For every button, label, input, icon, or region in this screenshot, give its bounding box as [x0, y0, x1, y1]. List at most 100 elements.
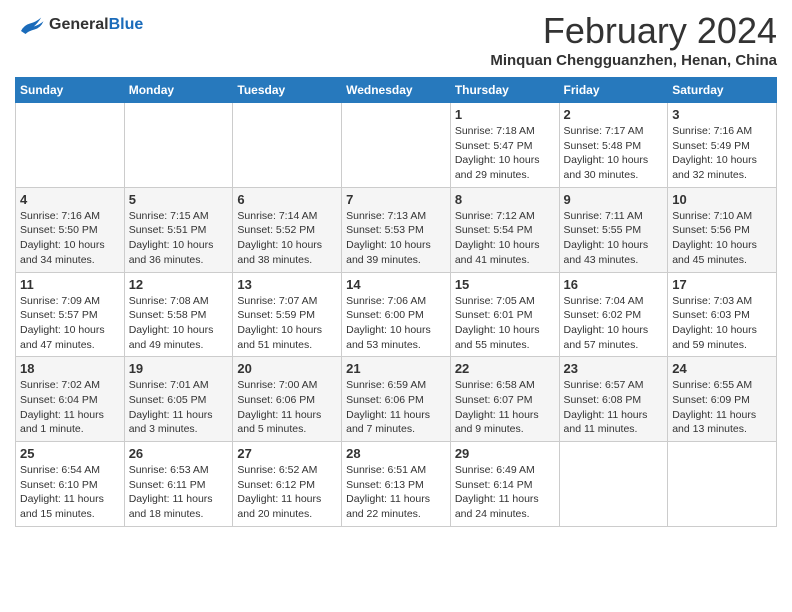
day-number: 26 — [129, 446, 229, 461]
day-info: Sunrise: 7:06 AMSunset: 6:00 PMDaylight:… — [346, 294, 446, 353]
logo-text: GeneralBlue — [49, 16, 143, 34]
day-info: Sunrise: 7:07 AMSunset: 5:59 PMDaylight:… — [237, 294, 337, 353]
calendar-cell: 17 Sunrise: 7:03 AMSunset: 6:03 PMDayligh… — [668, 272, 777, 357]
calendar-cell: 18 Sunrise: 7:02 AMSunset: 6:04 PMDayligh… — [16, 357, 125, 442]
col-wednesday: Wednesday — [342, 78, 451, 103]
day-info: Sunrise: 6:58 AMSunset: 6:07 PMDaylight:… — [455, 378, 555, 437]
calendar-cell: 12Sunrise: 7:08 AMSunset: 5:58 PMDayligh… — [124, 272, 233, 357]
col-thursday: Thursday — [450, 78, 559, 103]
day-number: 16 — [564, 277, 664, 292]
day-info: Sunrise: 6:51 AMSunset: 6:13 PMDaylight:… — [346, 463, 446, 522]
day-info: Sunrise: 6:57 AMSunset: 6:08 PMDaylight:… — [564, 378, 664, 437]
calendar-cell: 7 Sunrise: 7:13 AMSunset: 5:53 PMDaylight… — [342, 187, 451, 272]
calendar-cell: 23 Sunrise: 6:57 AMSunset: 6:08 PMDayligh… — [559, 357, 668, 442]
calendar-cell: 8 Sunrise: 7:12 AMSunset: 5:54 PMDaylight… — [450, 187, 559, 272]
day-info: Sunrise: 7:02 AMSunset: 6:04 PMDaylight:… — [20, 378, 120, 437]
day-number: 25 — [20, 446, 120, 461]
day-number: 28 — [346, 446, 446, 461]
day-info: Sunrise: 6:52 AMSunset: 6:12 PMDaylight:… — [237, 463, 337, 522]
calendar-table: Sunday Monday Tuesday Wednesday Thursday… — [15, 77, 777, 527]
day-number: 27 — [237, 446, 337, 461]
calendar-cell: 25 Sunrise: 6:54 AMSunset: 6:10 PMDayligh… — [16, 442, 125, 527]
day-info: Sunrise: 7:14 AMSunset: 5:52 PMDaylight:… — [237, 209, 337, 268]
day-info: Sunrise: 6:53 AMSunset: 6:11 PMDaylight:… — [129, 463, 229, 522]
calendar-header-row: Sunday Monday Tuesday Wednesday Thursday… — [16, 78, 777, 103]
calendar-cell: 14 Sunrise: 7:06 AMSunset: 6:00 PMDayligh… — [342, 272, 451, 357]
calendar-cell: 13 Sunrise: 7:07 AMSunset: 5:59 PMDayligh… — [233, 272, 342, 357]
calendar-cell: 16 Sunrise: 7:04 AMSunset: 6:02 PMDayligh… — [559, 272, 668, 357]
day-number: 1 — [455, 107, 555, 122]
day-number: 23 — [564, 361, 664, 376]
day-number: 11 — [20, 277, 120, 292]
week-row-1: 1Sunrise: 7:18 AMSunset: 5:47 PMDaylight… — [16, 103, 777, 188]
day-info: Sunrise: 7:11 AMSunset: 5:55 PMDaylight:… — [564, 209, 664, 268]
day-number: 24 — [672, 361, 772, 376]
col-monday: Monday — [124, 78, 233, 103]
calendar-cell: 3 Sunrise: 7:16 AMSunset: 5:49 PMDaylight… — [668, 103, 777, 188]
day-info: Sunrise: 7:05 AMSunset: 6:01 PMDaylight:… — [455, 294, 555, 353]
calendar-cell: 10Sunrise: 7:10 AMSunset: 5:56 PMDayligh… — [668, 187, 777, 272]
day-number: 15 — [455, 277, 555, 292]
week-row-4: 18 Sunrise: 7:02 AMSunset: 6:04 PMDayligh… — [16, 357, 777, 442]
calendar-cell — [342, 103, 451, 188]
week-row-2: 4 Sunrise: 7:16 AMSunset: 5:50 PMDaylight… — [16, 187, 777, 272]
day-info: Sunrise: 7:16 AMSunset: 5:50 PMDaylight:… — [20, 209, 120, 268]
calendar-cell: 22 Sunrise: 6:58 AMSunset: 6:07 PMDayligh… — [450, 357, 559, 442]
calendar-cell: 28 Sunrise: 6:51 AMSunset: 6:13 PMDayligh… — [342, 442, 451, 527]
day-number: 22 — [455, 361, 555, 376]
day-info: Sunrise: 6:55 AMSunset: 6:09 PMDaylight:… — [672, 378, 772, 437]
calendar-cell: 5Sunrise: 7:15 AMSunset: 5:51 PMDaylight… — [124, 187, 233, 272]
day-info: Sunrise: 7:04 AMSunset: 6:02 PMDaylight:… — [564, 294, 664, 353]
day-number: 29 — [455, 446, 555, 461]
day-number: 5 — [129, 192, 229, 207]
day-info: Sunrise: 7:16 AMSunset: 5:49 PMDaylight:… — [672, 124, 772, 183]
day-info: Sunrise: 7:17 AMSunset: 5:48 PMDaylight:… — [564, 124, 664, 183]
calendar-cell: 21 Sunrise: 6:59 AMSunset: 6:06 PMDayligh… — [342, 357, 451, 442]
day-info: Sunrise: 7:09 AMSunset: 5:57 PMDaylight:… — [20, 294, 120, 353]
day-number: 14 — [346, 277, 446, 292]
calendar-cell: 4 Sunrise: 7:16 AMSunset: 5:50 PMDaylight… — [16, 187, 125, 272]
page-header: GeneralBlue February 2024 Minquan Chengg… — [15, 10, 777, 69]
calendar-cell: 24 Sunrise: 6:55 AMSunset: 6:09 PMDayligh… — [668, 357, 777, 442]
calendar-cell: 15 Sunrise: 7:05 AMSunset: 6:01 PMDayligh… — [450, 272, 559, 357]
day-info: Sunrise: 6:59 AMSunset: 6:06 PMDaylight:… — [346, 378, 446, 437]
week-row-5: 25 Sunrise: 6:54 AMSunset: 6:10 PMDayligh… — [16, 442, 777, 527]
day-number: 18 — [20, 361, 120, 376]
day-info: Sunrise: 7:08 AMSunset: 5:58 PMDaylight:… — [129, 294, 229, 353]
calendar-cell: 29 Sunrise: 6:49 AMSunset: 6:14 PMDayligh… — [450, 442, 559, 527]
calendar-cell: 20Sunrise: 7:00 AMSunset: 6:06 PMDayligh… — [233, 357, 342, 442]
day-number: 3 — [672, 107, 772, 122]
calendar-cell — [16, 103, 125, 188]
calendar-cell: 1Sunrise: 7:18 AMSunset: 5:47 PMDaylight… — [450, 103, 559, 188]
calendar-cell: 26 Sunrise: 6:53 AMSunset: 6:11 PMDayligh… — [124, 442, 233, 527]
calendar-cell: 6 Sunrise: 7:14 AMSunset: 5:52 PMDaylight… — [233, 187, 342, 272]
day-info: Sunrise: 7:03 AMSunset: 6:03 PMDaylight:… — [672, 294, 772, 353]
col-saturday: Saturday — [668, 78, 777, 103]
day-info: Sunrise: 7:00 AMSunset: 6:06 PMDaylight:… — [237, 378, 337, 437]
day-info: Sunrise: 7:13 AMSunset: 5:53 PMDaylight:… — [346, 209, 446, 268]
calendar-cell: 2Sunrise: 7:17 AMSunset: 5:48 PMDaylight… — [559, 103, 668, 188]
day-info: Sunrise: 6:54 AMSunset: 6:10 PMDaylight:… — [20, 463, 120, 522]
day-number: 17 — [672, 277, 772, 292]
day-number: 19 — [129, 361, 229, 376]
col-tuesday: Tuesday — [233, 78, 342, 103]
calendar-cell — [668, 442, 777, 527]
title-block: February 2024 Minquan Chengguanzhen, Hen… — [490, 10, 777, 69]
logo: GeneralBlue — [15, 10, 143, 40]
day-info: Sunrise: 7:01 AMSunset: 6:05 PMDaylight:… — [129, 378, 229, 437]
day-number: 4 — [20, 192, 120, 207]
calendar-cell: 11 Sunrise: 7:09 AMSunset: 5:57 PMDayligh… — [16, 272, 125, 357]
day-number: 8 — [455, 192, 555, 207]
location: Minquan Chengguanzhen, Henan, China — [490, 52, 777, 69]
calendar-cell — [559, 442, 668, 527]
day-info: Sunrise: 6:49 AMSunset: 6:14 PMDaylight:… — [455, 463, 555, 522]
day-number: 6 — [237, 192, 337, 207]
day-number: 21 — [346, 361, 446, 376]
day-info: Sunrise: 7:12 AMSunset: 5:54 PMDaylight:… — [455, 209, 555, 268]
day-number: 7 — [346, 192, 446, 207]
calendar-cell — [124, 103, 233, 188]
calendar-cell: 9Sunrise: 7:11 AMSunset: 5:55 PMDaylight… — [559, 187, 668, 272]
day-number: 13 — [237, 277, 337, 292]
week-row-3: 11 Sunrise: 7:09 AMSunset: 5:57 PMDayligh… — [16, 272, 777, 357]
day-info: Sunrise: 7:10 AMSunset: 5:56 PMDaylight:… — [672, 209, 772, 268]
